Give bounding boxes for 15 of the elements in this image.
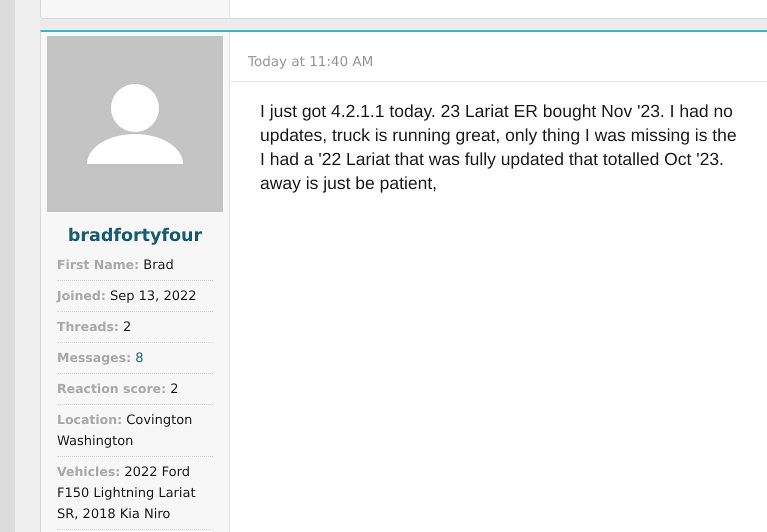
profile-field: Reaction score: 2 [57,374,213,405]
post-text-line: updates, truck is running great, only thing I was missing is the [260,124,738,147]
profile-field: First Name: Brad [57,250,213,281]
post-text-line: away is just be patient, [260,172,438,195]
profile-field: Joined: Sep 13, 2022 [57,281,213,312]
avatar-icon[interactable] [47,36,223,212]
profile-field: Messages: 8 [57,343,213,374]
username-link[interactable]: bradfortyfour [47,226,223,246]
profile-field: Vehicles: 2022 Ford F150 Lightning Lariat SR, 2018 Kia Niro [57,457,213,530]
post-text-line: I had a '22 Lariat that was fully updated that totalled Oct '23. [260,148,725,171]
post-text-line: I just got 4.2.1.1 today. 23 Lariat ER bought Nov '23. I had no [260,100,734,123]
profile-field: Threads: 2 [57,312,213,343]
profile-field: Location: Covington Washington [57,405,213,457]
field-value-link[interactable]: 8 [135,351,144,366]
post-timestamp[interactable]: Today at 11:40 AM [248,51,767,73]
